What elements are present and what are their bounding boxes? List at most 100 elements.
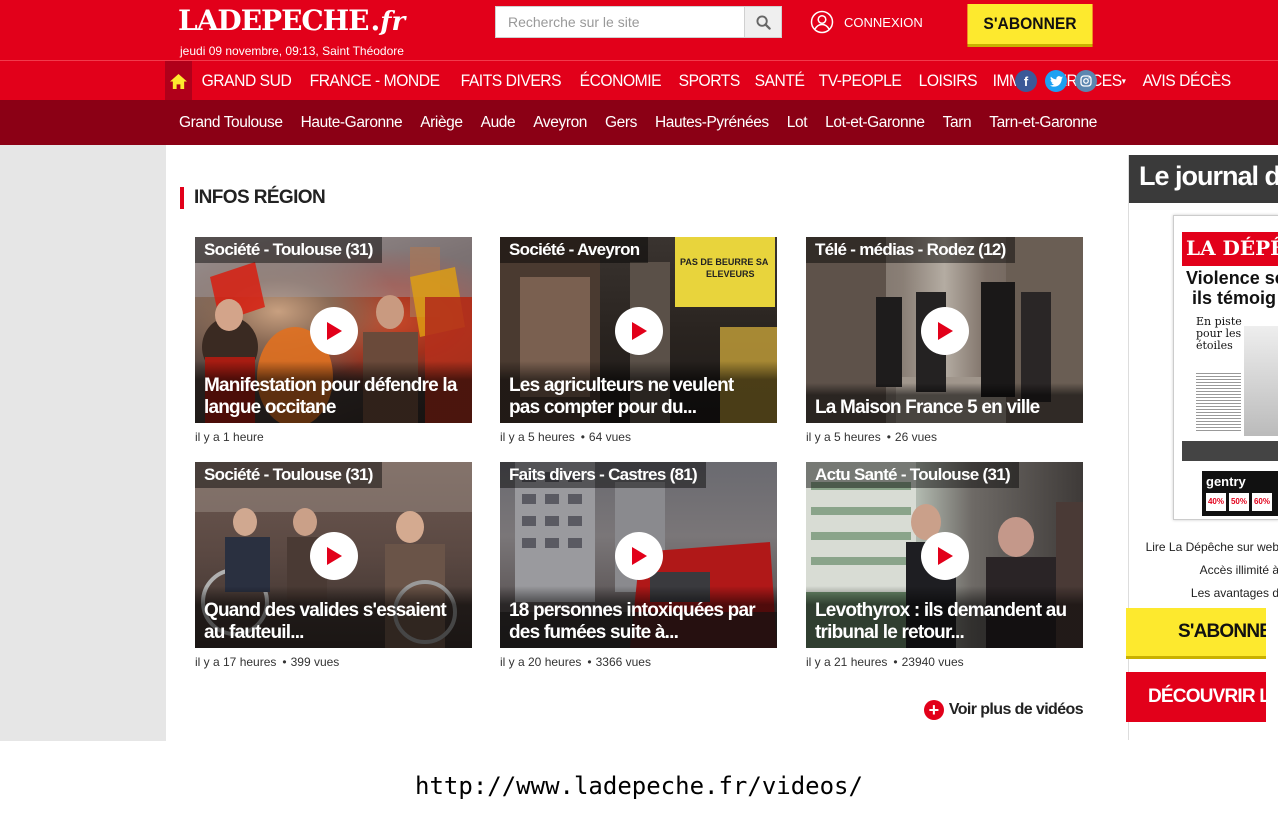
instagram-icon[interactable] [1075, 70, 1097, 92]
video-thumbnail[interactable]: Télé - médias - Rodez (12) La Maison Fra… [806, 237, 1083, 423]
region-item-aveyron[interactable]: Aveyron [524, 114, 596, 132]
video-thumbnail[interactable]: PAS DE BEURRE SA ELEVEURS Société - Avey… [500, 237, 777, 423]
search-bar [495, 6, 782, 38]
play-icon [938, 547, 953, 565]
login-link[interactable]: CONNEXION [810, 10, 923, 34]
video-card[interactable]: Société - Toulouse (31) Manifestation po… [195, 237, 472, 444]
region-item-haute-garonne[interactable]: Haute-Garonne [292, 114, 412, 132]
video-time: il y a 1 heure [195, 430, 264, 444]
video-title[interactable]: Manifestation pour défendre la langue oc… [195, 361, 472, 423]
video-views: 3366 vues [595, 655, 651, 669]
play-icon [632, 547, 647, 565]
video-card[interactable]: Actu Santé - Toulouse (31) Levothyrox : … [806, 462, 1083, 669]
video-meta: il y a 21 heures • 23940 vues [806, 655, 1083, 669]
journal-line: Accès illimité à [1199, 563, 1278, 577]
login-label: CONNEXION [844, 14, 923, 30]
home-button[interactable] [165, 61, 192, 101]
play-button[interactable] [921, 307, 969, 355]
paper-masthead: LA DÉPÊCHE [1182, 232, 1278, 266]
main-nav: GRAND SUD FRANCE - MONDE FAITS DIVERS ÉC… [0, 60, 1278, 101]
nav-item-france-monde[interactable]: FRANCE - MONDE [305, 71, 444, 91]
sign-text: PAS DE BEURRE SA [680, 257, 769, 267]
nav-item-tv-people[interactable]: TV-PEOPLE [814, 71, 906, 91]
top-header: LADEPECHE . fr jeudi 09 novembre, 09:13,… [0, 0, 1278, 60]
region-item-lot[interactable]: Lot [778, 114, 816, 132]
video-thumbnail[interactable]: Société - Toulouse (31) Manifestation po… [195, 237, 472, 423]
play-button[interactable] [921, 532, 969, 580]
section-accent-bar [180, 187, 184, 209]
paper-headline-line: ils témoig [1192, 288, 1277, 308]
video-thumbnail[interactable]: Actu Santé - Toulouse (31) Levothyrox : … [806, 462, 1083, 648]
play-button[interactable] [310, 307, 358, 355]
sidebar-subscribe-button[interactable]: S'ABONNE [1126, 608, 1266, 656]
paper-ad-pct: 40% [1206, 493, 1226, 511]
subscribe-button[interactable]: S'ABONNER [967, 4, 1093, 44]
video-views: 64 vues [588, 430, 631, 444]
video-time: il y a 21 heures [806, 655, 888, 669]
video-card[interactable]: Société - Toulouse (31) Quand des valide… [195, 462, 472, 669]
more-videos-link[interactable]: + Voir plus de vidéos [923, 700, 1084, 720]
video-title[interactable]: Quand des valides s'essaient au fauteuil… [195, 586, 472, 648]
video-card[interactable]: Télé - médias - Rodez (12) La Maison Fra… [806, 237, 1083, 444]
meta-separator: • [886, 430, 891, 444]
video-title[interactable]: Les agriculteurs ne veulent pas compter … [500, 361, 777, 423]
region-nav: Grand Toulouse Haute-Garonne Ariège Aude… [0, 100, 1278, 145]
journal-heading: Le journal du [1129, 155, 1278, 203]
video-card[interactable]: PAS DE BEURRE SA ELEVEURS Société - Avey… [500, 237, 777, 444]
region-item-aude[interactable]: Aude [472, 114, 525, 132]
video-meta: il y a 17 heures • 399 vues [195, 655, 472, 669]
play-button[interactable] [615, 532, 663, 580]
video-meta: il y a 1 heure [195, 430, 472, 444]
video-card[interactable]: Faits divers - Castres (81) 18 personnes… [500, 462, 777, 669]
video-title[interactable]: 18 personnes intoxiquées par des fumées … [500, 586, 777, 648]
video-category: Société - Aveyron [500, 237, 649, 263]
region-item-gers[interactable]: Gers [596, 114, 646, 132]
newspaper-cover[interactable]: LA DÉPÊCHE Violence sc ils témoig En pis… [1173, 215, 1278, 520]
paper-ad-pct: 60% [1252, 493, 1272, 511]
search-input[interactable] [495, 6, 745, 38]
nav-item-faits-divers[interactable]: FAITS DIVERS [456, 71, 566, 91]
facebook-icon[interactable]: f [1015, 70, 1037, 92]
search-button[interactable] [745, 6, 782, 38]
home-icon [170, 73, 187, 89]
paper-headline: Violence sc ils témoig [1186, 268, 1278, 308]
paper-headline-line: Violence sc [1186, 268, 1278, 288]
video-time: il y a 5 heures [806, 430, 881, 444]
play-icon [327, 547, 342, 565]
paper-ad-pct: 50% [1229, 493, 1249, 511]
twitter-icon[interactable] [1045, 70, 1067, 92]
nav-item-avis-deces[interactable]: AVIS DÉCÈS [1138, 71, 1235, 91]
play-button[interactable] [310, 532, 358, 580]
region-item-hautes-pyrenees[interactable]: Hautes-Pyrénées [646, 114, 778, 132]
video-thumbnail[interactable]: Société - Toulouse (31) Quand des valide… [195, 462, 472, 648]
video-title[interactable]: Levothyrox : ils demandent au tribunal l… [806, 586, 1083, 648]
journal-line: Lire La Dépêche sur web [1145, 540, 1278, 554]
journal-line: Les avantages d [1190, 586, 1278, 600]
video-thumbnail[interactable]: Faits divers - Castres (81) 18 personnes… [500, 462, 777, 648]
region-item-lot-et-garonne[interactable]: Lot-et-Garonne [816, 114, 934, 132]
region-item-grand-toulouse[interactable]: Grand Toulouse [170, 114, 292, 132]
nav-item-economie[interactable]: ÉCONOMIE [575, 71, 666, 91]
meta-separator: • [580, 430, 585, 444]
nav-item-loisirs[interactable]: LOISIRS [914, 71, 982, 91]
nav-item-sante[interactable]: SANTÉ [750, 71, 809, 91]
plus-icon: + [923, 700, 944, 720]
logo-name: LADEPECHE [178, 4, 370, 37]
logo-tld: fr [380, 7, 406, 37]
main-content: INFOS RÉGION Société - Toulouse (31) Man… [166, 145, 1112, 741]
video-time: il y a 17 heures [195, 655, 277, 669]
region-item-tarn[interactable]: Tarn [934, 114, 981, 132]
play-button[interactable] [615, 307, 663, 355]
video-meta: il y a 20 heures • 3366 vues [500, 655, 777, 669]
video-title[interactable]: La Maison France 5 en ville [806, 383, 1083, 423]
nav-item-sports[interactable]: SPORTS [674, 71, 744, 91]
video-category: Société - Toulouse (31) [195, 237, 382, 263]
sidebar-discover-button[interactable]: DÉCOUVRIR LE C [1126, 672, 1266, 722]
site-logo[interactable]: LADEPECHE . fr [178, 4, 405, 42]
region-item-tarn-et-garonne[interactable]: Tarn-et-Garonne [980, 114, 1106, 132]
search-icon [755, 14, 771, 30]
nav-item-grand-sud[interactable]: GRAND SUD [197, 71, 296, 91]
meta-separator: • [893, 655, 898, 669]
region-item-ariege[interactable]: Ariège [411, 114, 471, 132]
paper-text-block [1196, 371, 1241, 431]
